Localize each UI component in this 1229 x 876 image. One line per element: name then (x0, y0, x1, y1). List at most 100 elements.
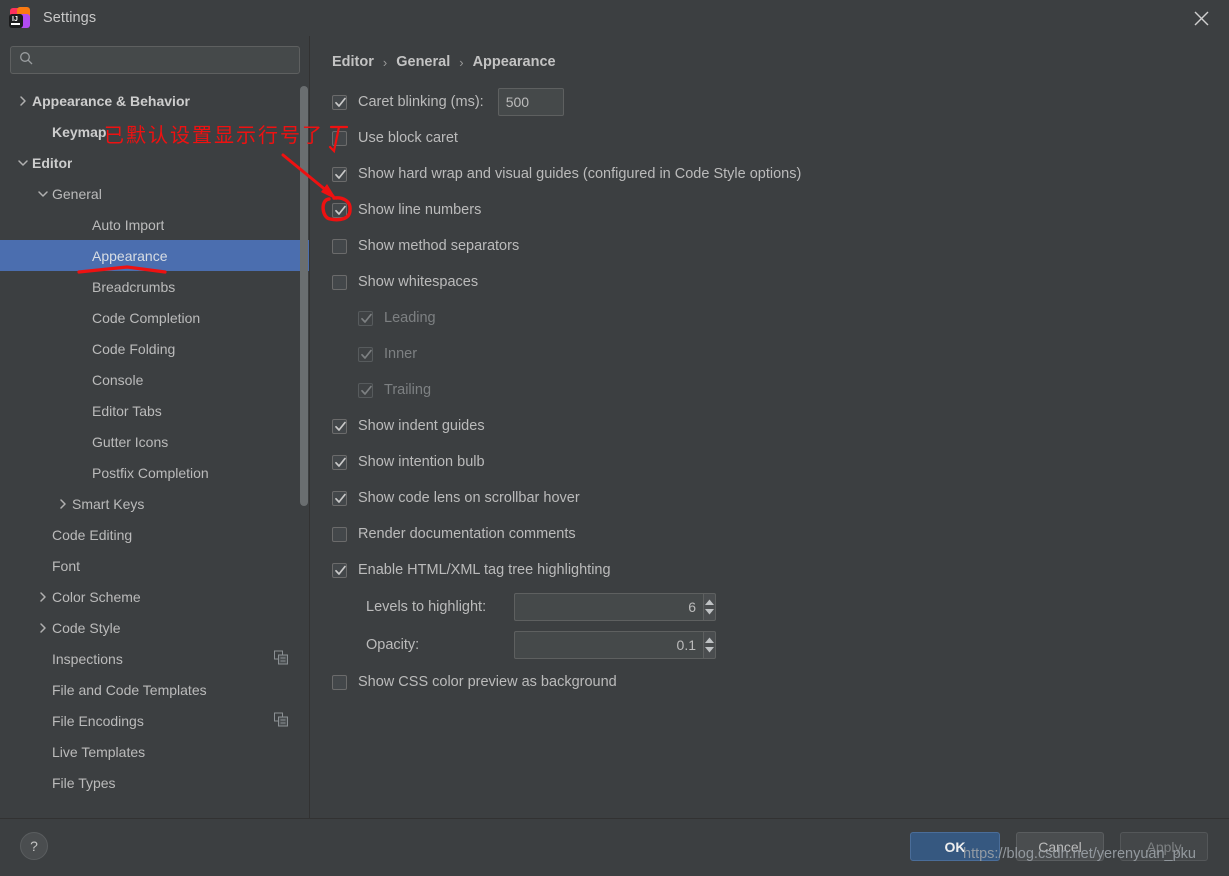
chevron-right-icon[interactable] (34, 621, 52, 635)
opacity-input[interactable] (514, 631, 703, 659)
chevron-right-icon[interactable] (54, 497, 72, 511)
sidebar-item-label: Console (92, 371, 144, 388)
sidebar-item-label: Auto Import (92, 216, 165, 233)
checkbox-show-line-numbers[interactable] (332, 202, 347, 218)
sidebar-item-label: General (52, 185, 102, 202)
sidebar-item-gutter-icons[interactable]: Gutter Icons (0, 426, 310, 457)
sidebar-item-label: Editor (32, 154, 73, 171)
close-icon[interactable] (1189, 7, 1213, 29)
option-label: Show CSS color preview as background (358, 674, 617, 690)
sidebar-item-label: Color Scheme (52, 588, 141, 605)
breadcrumb-separator: › (382, 54, 388, 70)
sidebar-item-general[interactable]: General (0, 178, 310, 209)
search-input[interactable] (40, 52, 291, 68)
sidebar-item-label: Appearance (92, 247, 168, 264)
chevron-right-icon[interactable] (14, 94, 32, 108)
sidebar-item-label: Smart Keys (72, 495, 145, 512)
checkbox-show-intention-bulb[interactable] (332, 454, 347, 470)
sidebar-item-appearance[interactable]: Appearance (0, 240, 310, 271)
sidebar-item-label: Postfix Completion (92, 464, 209, 481)
option-label: Render documentation comments (358, 526, 576, 542)
checkbox-show-css-color-preview-as-background[interactable] (332, 674, 347, 690)
checkbox-show-code-lens-on-scrollbar-hover[interactable] (332, 490, 347, 506)
sidebar-item-breadcrumbs[interactable]: Breadcrumbs (0, 271, 310, 302)
annotation-note: 已默认设置显示行号了 (104, 123, 324, 147)
checkbox-use-block-caret[interactable] (332, 130, 347, 146)
chevron-right-icon[interactable] (34, 590, 52, 604)
sidebar-item-code-style[interactable]: Code Style (0, 612, 310, 643)
levels-to-highlight-input[interactable] (514, 593, 703, 621)
sidebar-item-label: File Types (52, 774, 116, 791)
sidebar-item-inspections[interactable]: Inspections (0, 643, 310, 674)
sidebar-item-label: Code Editing (52, 526, 133, 543)
option-label: Enable HTML/XML tag tree highlighting (358, 562, 611, 578)
sidebar-item-label: Editor Tabs (92, 402, 162, 419)
checkbox-trailing (358, 382, 373, 398)
levels-to-highlight-spinner[interactable] (514, 593, 716, 621)
spinner-label: Levels to highlight: (366, 599, 487, 615)
option-row-use-block-caret: Use block caret (332, 120, 1229, 156)
checkbox-show-method-separators[interactable] (332, 238, 347, 254)
sidebar-item-code-completion[interactable]: Code Completion (0, 302, 310, 333)
sidebar-item-live-templates[interactable]: Live Templates (0, 736, 310, 767)
sidebar-item-console[interactable]: Console (0, 364, 310, 395)
chevron-down-icon[interactable] (34, 187, 52, 201)
opacity-spinner[interactable] (514, 631, 716, 659)
options-list: Caret blinking (ms): Use block caret Show … (332, 84, 1229, 700)
caret-blinking-input[interactable] (497, 88, 564, 116)
sidebar-item-auto-import[interactable]: Auto Import (0, 209, 310, 240)
sidebar-item-code-editing[interactable]: Code Editing (0, 519, 310, 550)
sidebar-item-label: Breadcrumbs (92, 278, 176, 295)
help-button[interactable]: ? (20, 832, 48, 860)
sidebar-item-code-folding[interactable]: Code Folding (0, 333, 310, 364)
sidebar-item-label: Keymap (52, 123, 107, 140)
chevron-down-icon[interactable] (14, 156, 32, 170)
option-label: Trailing (384, 382, 432, 398)
copy-settings-icon[interactable] (274, 712, 288, 729)
option-label: Show intention bulb (358, 454, 485, 470)
checkbox-show-hard-wrap-and-visual-guides-configured-in-code-style-options[interactable] (332, 166, 347, 182)
checkbox-enable-html-xml-tag-tree-highlighting[interactable] (332, 562, 347, 578)
option-row-render-documentation-comments: Render documentation comments (332, 516, 1229, 552)
sidebar-scrollbar[interactable] (300, 86, 308, 506)
option-label: Show line numbers (358, 202, 482, 218)
spinner-row-opacity: Opacity: (332, 626, 1229, 664)
option-row-show-method-separators: Show method separators (332, 228, 1229, 264)
checkbox-inner (358, 346, 373, 362)
option-row-show-css-color-preview-as-background: Show CSS color preview as background (332, 664, 1229, 700)
option-row-enable-html-xml-tag-tree-highlighting: Enable HTML/XML tag tree highlighting (332, 552, 1229, 588)
sidebar-item-appearance-behavior[interactable]: Appearance & Behavior (0, 85, 310, 116)
sidebar-item-color-scheme[interactable]: Color Scheme (0, 581, 310, 612)
sidebar-item-label: Code Folding (92, 340, 176, 357)
option-label: Leading (384, 310, 436, 326)
checkbox-render-documentation-comments[interactable] (332, 526, 347, 542)
breadcrumb-item-editor[interactable]: Editor (332, 54, 374, 70)
sidebar-item-label: Live Templates (52, 743, 146, 760)
sidebar-item-file-types[interactable]: File Types (0, 767, 310, 798)
option-row-show-indent-guides: Show indent guides (332, 408, 1229, 444)
sidebar-item-editor[interactable]: Editor (0, 147, 310, 178)
breadcrumb-item-general[interactable]: General (396, 54, 450, 70)
sidebar-item-font[interactable]: Font (0, 550, 310, 581)
sidebar-item-file-encodings[interactable]: File Encodings (0, 705, 310, 736)
option-label: Show hard wrap and visual guides (config… (358, 166, 802, 182)
sidebar-item-label: Gutter Icons (92, 433, 169, 450)
option-row-show-code-lens-on-scrollbar-hover: Show code lens on scrollbar hover (332, 480, 1229, 516)
option-label: Show indent guides (358, 418, 485, 434)
option-row-show-line-numbers: Show line numbers (332, 192, 1229, 228)
sidebar-item-smart-keys[interactable]: Smart Keys (0, 488, 310, 519)
spinner-arrows-icon[interactable] (703, 631, 716, 659)
spinner-label: Opacity: (366, 637, 420, 653)
option-row-caret-blinking-ms: Caret blinking (ms): (332, 84, 1229, 120)
checkbox-show-whitespaces[interactable] (332, 274, 347, 290)
copy-settings-icon[interactable] (274, 650, 288, 667)
spinner-arrows-icon[interactable] (703, 593, 716, 621)
breadcrumb-item-appearance[interactable]: Appearance (473, 54, 556, 70)
search-box[interactable] (10, 46, 300, 74)
checkbox-show-indent-guides[interactable] (332, 418, 347, 434)
option-row-leading: Leading (332, 300, 1229, 336)
sidebar-item-editor-tabs[interactable]: Editor Tabs (0, 395, 310, 426)
sidebar-item-postfix-completion[interactable]: Postfix Completion (0, 457, 310, 488)
checkbox-caret-blinking-ms[interactable] (332, 94, 347, 110)
sidebar-item-file-and-code-templates[interactable]: File and Code Templates (0, 674, 310, 705)
